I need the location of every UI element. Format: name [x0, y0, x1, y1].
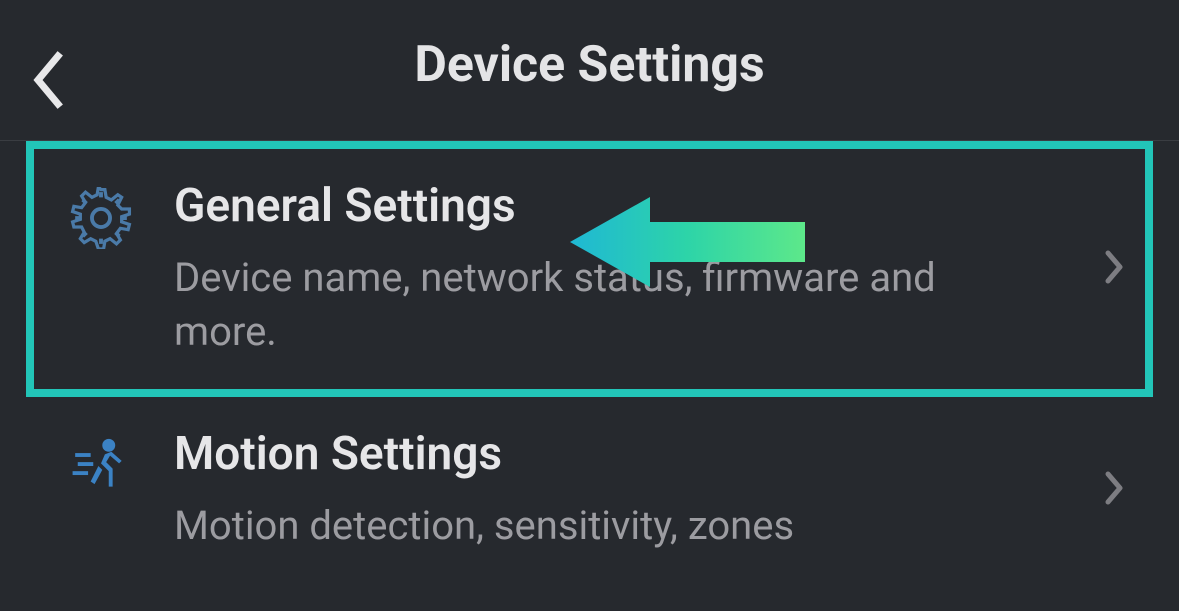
chevron-right-icon: [1104, 249, 1124, 289]
settings-item-content: Motion Settings Motion detection, sensit…: [174, 427, 1124, 553]
gear-icon: [70, 187, 132, 249]
settings-item-motion[interactable]: Motion Settings Motion detection, sensit…: [0, 397, 1179, 583]
chevron-left-icon: [30, 95, 66, 114]
arrow-annotation: [570, 192, 810, 296]
motion-icon: [70, 435, 132, 497]
settings-item-subtitle: Motion detection, sensitivity, zones: [174, 499, 1094, 553]
settings-item-title: Motion Settings: [174, 427, 1094, 481]
chevron-right-icon: [1104, 470, 1124, 510]
page-title: Device Settings: [30, 36, 1149, 94]
back-button[interactable]: [30, 50, 66, 114]
